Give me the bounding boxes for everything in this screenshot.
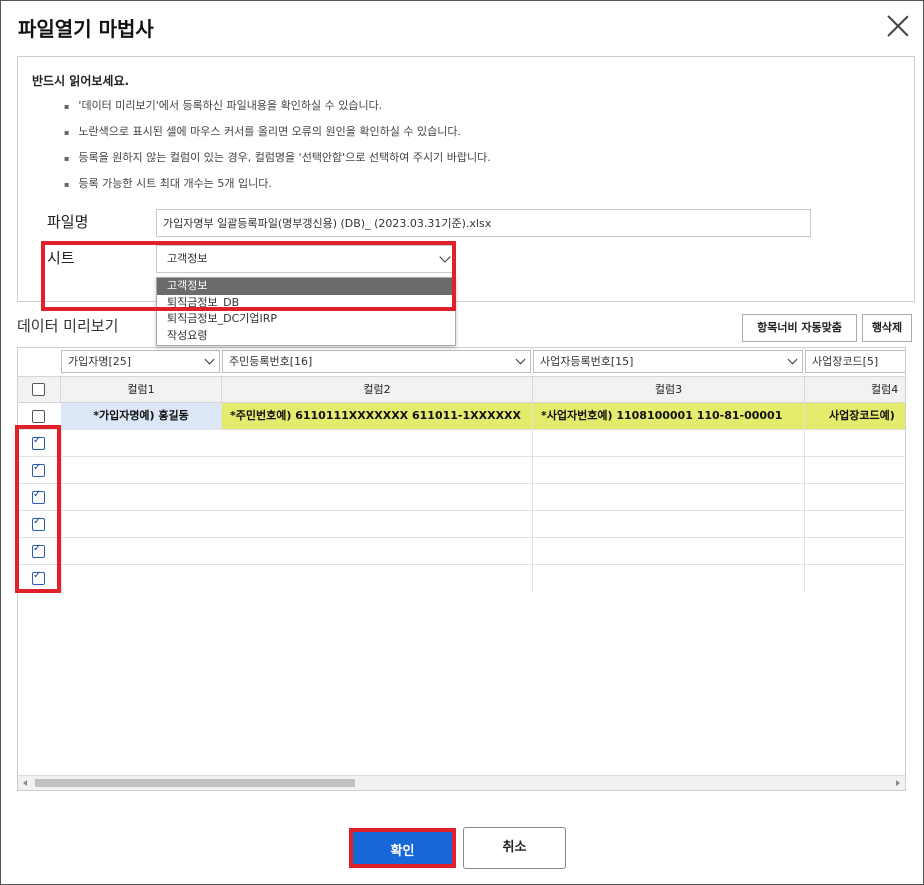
autofit-button[interactable]: 항목너비 자동맞춤 — [742, 314, 857, 342]
sheet-option-customer[interactable]: 고객정보 — [157, 278, 455, 295]
mapping-select-value: 사업장코드[5] — [812, 355, 879, 368]
notice-item: 노란색으로 표시된 셀에 마우스 커서를 올리면 오류의 원인을 확인하실 수 … — [32, 119, 491, 145]
delete-row-button[interactable]: 행삭제 — [862, 314, 912, 342]
table-row — [18, 511, 905, 538]
chevron-down-icon — [515, 354, 526, 365]
chevron-down-icon — [787, 354, 798, 365]
header-col1: 컬럼1 — [61, 377, 222, 402]
table-cell: *주민번호예) 6110111XXXXXXX 611011-1XXXXXX — [222, 403, 533, 429]
sheet-dropdown: 고객정보 퇴직금정보_DB 퇴직금정보_DC기업IRP 작성요령 — [156, 277, 456, 346]
chevron-down-icon — [439, 251, 451, 263]
row-checkbox[interactable] — [32, 435, 45, 450]
mapping-select-col4[interactable]: 사업장코드[5] — [805, 350, 905, 373]
header-checkbox-cell — [18, 377, 61, 402]
mapping-select-value: 주민등록번호[16] — [229, 355, 313, 368]
mapping-select-col1[interactable]: 가입자명[25] — [61, 350, 220, 373]
cancel-button[interactable]: 취소 — [463, 827, 566, 869]
mapping-select-value: 가입자명[25] — [68, 355, 132, 368]
table-row — [18, 430, 905, 457]
file-name-label: 파일명 — [47, 213, 89, 231]
table-row — [18, 457, 905, 484]
confirm-button[interactable]: 확인 — [349, 828, 456, 868]
select-all-checkbox[interactable] — [32, 383, 45, 396]
notice-box: 반드시 읽어보세요. '데이터 미리보기'에서 등록하신 파일내용을 확인하실 … — [17, 56, 915, 302]
dialog-title: 파일열기 마법사 — [18, 17, 154, 41]
row-checkbox[interactable] — [32, 570, 45, 585]
horizontal-scrollbar[interactable] — [18, 775, 905, 790]
close-icon[interactable] — [887, 15, 909, 37]
row-checkbox[interactable] — [32, 489, 45, 504]
sheet-option-retire-dc[interactable]: 퇴직금정보_DC기업IRP — [157, 311, 455, 328]
file-name-field: 가입자명부 일괄등록파일(명부갱신용) (DB)_ (2023.03.31기준)… — [156, 209, 811, 237]
sheet-option-guide[interactable]: 작성요령 — [157, 328, 455, 345]
chevron-down-icon — [204, 354, 215, 365]
table-cell: *가입자명예) 홍길동 — [61, 403, 222, 429]
header-col2: 컬럼2 — [222, 377, 533, 402]
mapping-select-col3[interactable]: 사업자등록번호[15] — [533, 350, 803, 373]
sheet-select-value: 고객정보 — [167, 252, 208, 265]
row-checkbox[interactable] — [32, 410, 45, 423]
grid-header-row: 컬럼1 컬럼2 컬럼3 컬럼4 — [18, 376, 905, 403]
mapping-select-col2[interactable]: 주민등록번호[16] — [222, 350, 531, 373]
row-checkbox[interactable] — [32, 543, 45, 558]
notice-list: '데이터 미리보기'에서 등록하신 파일내용을 확인하실 수 있습니다. 노란색… — [32, 93, 491, 197]
grid-line — [61, 430, 62, 592]
table-cell: *사업자번호예) 1108100001 110-81-00001 — [533, 403, 805, 429]
notice-title: 반드시 읽어보세요. — [32, 74, 130, 88]
header-col4: 컬럼4 — [805, 377, 905, 402]
notice-item: 등록을 원하지 않는 컬럼이 있는 경우, 컬럼명을 '선택안함'으로 선택하여… — [32, 145, 490, 171]
mapping-select-value: 사업자등록번호[15] — [540, 355, 634, 368]
sheet-label: 시트 — [47, 249, 75, 267]
scroll-right-icon[interactable] — [896, 780, 900, 786]
table-row: *가입자명예) 홍길동 *주민번호예) 6110111XXXXXXX 61101… — [18, 403, 905, 430]
notice-item: 등록 가능한 시트 최대 개수는 5개 입니다. — [32, 171, 491, 197]
data-preview-grid: 가입자명[25] 주민등록번호[16] 사업자등록번호[15] 사업장코드[5]… — [17, 347, 906, 791]
header-col3: 컬럼3 — [533, 377, 805, 402]
table-row — [18, 565, 905, 592]
column-mapping-row: 가입자명[25] 주민등록번호[16] 사업자등록번호[15] 사업장코드[5] — [18, 348, 905, 375]
table-cell: 사업장코드예) — [805, 403, 905, 429]
preview-title: 데이터 미리보기 — [17, 317, 119, 335]
scroll-left-icon[interactable] — [23, 780, 27, 786]
sheet-option-retire-db[interactable]: 퇴직금정보_DB — [157, 295, 455, 312]
row-checkbox[interactable] — [32, 462, 45, 477]
table-row — [18, 484, 905, 511]
row-checkbox[interactable] — [32, 516, 45, 531]
file-open-wizard-dialog: 파일열기 마법사 반드시 읽어보세요. '데이터 미리보기'에서 등록하신 파일… — [0, 0, 924, 885]
sheet-select[interactable]: 고객정보 — [156, 245, 456, 273]
notice-item: '데이터 미리보기'에서 등록하신 파일내용을 확인하실 수 있습니다. — [32, 93, 491, 119]
scroll-thumb[interactable] — [35, 779, 355, 787]
grid-line — [532, 430, 533, 592]
grid-line — [804, 430, 805, 592]
table-row — [18, 538, 905, 565]
